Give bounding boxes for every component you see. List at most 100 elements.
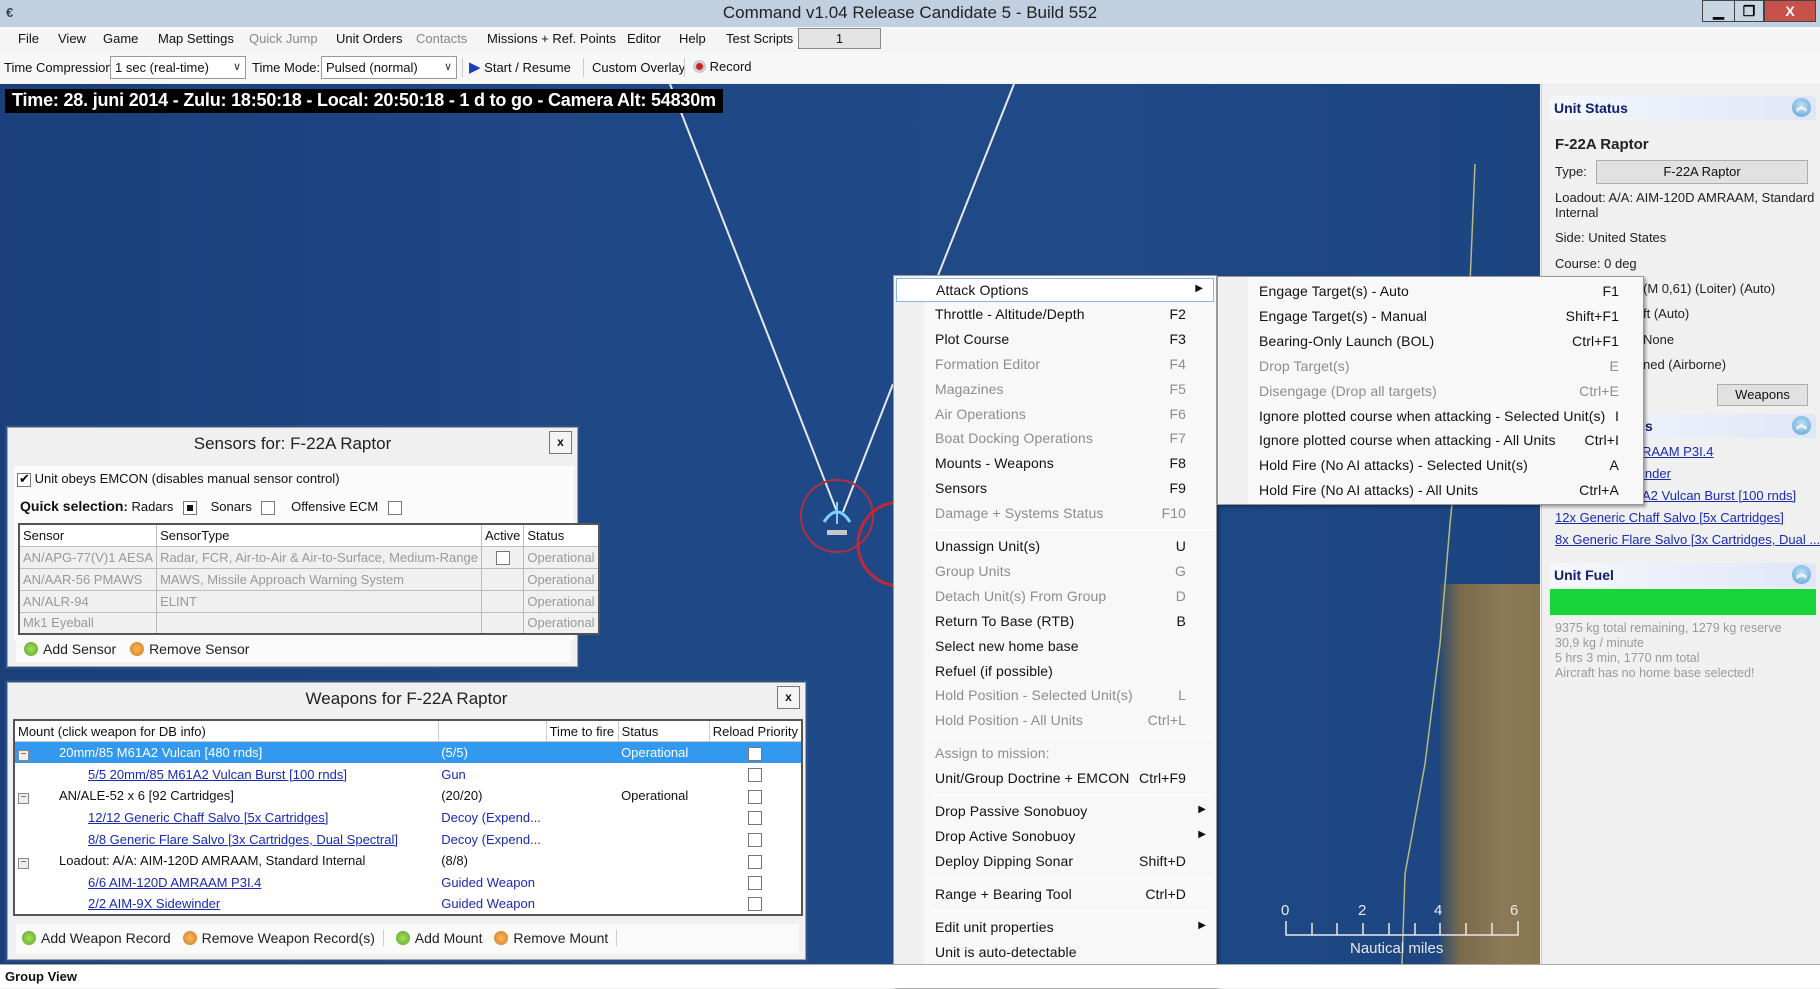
col-time-to-fire[interactable]: Time to fire — [546, 720, 619, 743]
table-row[interactable]: AN/APG-77(V)1 AESA Radar, FCR, Air-to-Air… — [18, 545, 600, 569]
table-row[interactable]: − 20mm/85 M61A2 Vulcan [480 rnds] (5/5) O… — [14, 741, 802, 764]
menu-item-engage-target-s-auto[interactable]: Engage Target(s) - Auto F1 — [1218, 280, 1643, 304]
group-view-bar[interactable]: Group View — [0, 964, 1820, 988]
unit-fuel-header[interactable]: Unit Fuel ︽ — [1550, 563, 1816, 587]
remove-weapon-record-button[interactable]: Remove Weapon Record(s) — [182, 930, 384, 946]
col-sensor-type[interactable]: SensorType — [156, 523, 482, 547]
add-sensor-button[interactable]: Add Sensor — [24, 641, 116, 657]
collapse-icon[interactable]: − — [18, 857, 29, 869]
close-window-button[interactable]: X — [1764, 0, 1816, 22]
menu-item-detach-unit-s-from-group[interactable]: Detach Unit(s) From Group D — [894, 585, 1216, 609]
start-resume-button[interactable]: ▶ Start / Resume — [469, 58, 571, 76]
menu-missions[interactable]: Missions + Ref. Points — [487, 31, 616, 46]
collapse-icon[interactable]: − — [18, 749, 29, 761]
weapons-button[interactable]: Weapons — [1717, 384, 1808, 406]
menu-item-boat-docking-operations[interactable]: Boat Docking Operations F7 — [894, 427, 1216, 451]
restore-button[interactable]: ❐ — [1734, 0, 1764, 22]
quick-radars-checkbox[interactable] — [183, 500, 197, 515]
table-row[interactable]: − Loadout: A/A: AIM-120D AMRAAM, Standard… — [14, 850, 802, 872]
collapse-chevron-icon[interactable]: ︽ — [1792, 416, 1811, 435]
weapon-link[interactable]: A2 Vulcan Burst [100 rnds] — [1642, 488, 1796, 503]
record-button[interactable]: Record — [693, 59, 752, 74]
menu-item-damage-systems-status[interactable]: Damage + Systems Status F10 — [894, 502, 1216, 526]
menu-item-unit-is-auto-detectable[interactable]: Unit is auto-detectable — [894, 941, 1216, 965]
remove-mount-button[interactable]: Remove Mount — [494, 930, 618, 946]
emcon-checkbox[interactable]: Unit obeys EMCON (disables manual sensor… — [17, 471, 340, 487]
menu-item-deploy-dipping-sonar[interactable]: Deploy Dipping Sonar Shift+D — [894, 850, 1216, 874]
menu-contacts[interactable]: Contacts — [416, 31, 467, 46]
table-row[interactable]: Mk1 Eyeball Operational — [18, 611, 600, 635]
menu-item-engage-target-s-manual[interactable]: Engage Target(s) - Manual Shift+F1 — [1218, 305, 1643, 329]
quick-ecm-checkbox[interactable] — [387, 500, 402, 515]
reload-priority-checkbox[interactable] — [748, 746, 763, 761]
reload-priority-checkbox[interactable] — [748, 767, 763, 782]
test-script-field[interactable]: 1 — [798, 28, 881, 49]
table-row[interactable]: AN/ALR-94 ELINT Operational — [18, 589, 600, 613]
menu-item-refuel-if-possible[interactable]: Refuel (if possible) — [894, 660, 1216, 684]
reload-priority-checkbox[interactable] — [748, 876, 763, 891]
table-row[interactable]: 5/5 20mm/85 M61A2 Vulcan Burst [100 rnds… — [14, 763, 802, 785]
remove-sensor-button[interactable]: Remove Sensor — [130, 641, 249, 657]
menu-item-plot-course[interactable]: Plot Course F3 — [894, 328, 1216, 352]
menu-game[interactable]: Game — [103, 31, 138, 46]
weapons-close-button[interactable]: x — [777, 686, 800, 709]
menu-item-attack-options[interactable]: Attack Options ▶ — [896, 278, 1214, 302]
menu-item-ignore-plotted-course-when-attacking-selected-unit-s[interactable]: Ignore plotted course when attacking - S… — [1218, 405, 1643, 429]
col-qty[interactable] — [438, 720, 547, 743]
weapon-link[interactable]: 2/2 AIM-9X Sidewinder — [88, 896, 220, 911]
menu-item-drop-passive-sonobuoy[interactable]: Drop Passive Sonobuoy ▶ — [894, 800, 1216, 824]
custom-overlay-button[interactable]: Custom Overlay — [592, 60, 685, 75]
menu-item-disengage-drop-all-targets[interactable]: Disengage (Drop all targets) Ctrl+E — [1218, 380, 1643, 404]
menu-item-air-operations[interactable]: Air Operations F6 — [894, 403, 1216, 427]
menu-unit-orders[interactable]: Unit Orders — [336, 31, 402, 46]
table-row[interactable]: − AN/ALE-52 x 6 [92 Cartridges] (20/20) O… — [14, 785, 802, 807]
unit-type-button[interactable]: F-22A Raptor — [1596, 160, 1808, 184]
reload-priority-checkbox[interactable] — [748, 854, 763, 869]
menu-item-drop-target-s[interactable]: Drop Target(s) E — [1218, 355, 1643, 379]
menu-item-unit-group-doctrine-emcon[interactable]: Unit/Group Doctrine + EMCON Ctrl+F9 — [894, 767, 1216, 791]
col-status[interactable]: Status — [618, 720, 710, 743]
menu-item-group-units[interactable]: Group Units G — [894, 560, 1216, 584]
add-weapon-record-button[interactable]: Add Weapon Record — [22, 930, 171, 946]
table-row[interactable]: 8/8 Generic Flare Salvo [3x Cartridges, … — [14, 828, 802, 850]
col-status[interactable]: Status — [523, 523, 600, 547]
collapse-chevron-icon[interactable]: ︽ — [1792, 565, 1811, 584]
table-row[interactable]: AN/AAR-56 PMAWS MAWS, Missile Approach Wa… — [18, 567, 600, 591]
menu-item-bearing-only-launch-bol[interactable]: Bearing-Only Launch (BOL) Ctrl+F1 — [1218, 330, 1643, 354]
menu-test-scripts[interactable]: Test Scripts — [726, 31, 793, 46]
table-row[interactable]: 6/6 AIM-120D AMRAAM P3I.4 Guided Weapon — [14, 872, 802, 894]
reload-priority-checkbox[interactable] — [748, 811, 763, 826]
menu-item-mounts-weapons[interactable]: Mounts - Weapons F8 — [894, 452, 1216, 476]
collapse-icon[interactable]: − — [18, 792, 29, 804]
active-checkbox[interactable] — [495, 550, 510, 565]
reload-priority-checkbox[interactable] — [748, 897, 763, 912]
reload-priority-checkbox[interactable] — [748, 789, 763, 804]
quick-sonars-checkbox[interactable] — [261, 500, 276, 515]
sensors-close-button[interactable]: x — [549, 431, 572, 454]
minimize-button[interactable]: ▁ — [1702, 0, 1735, 22]
menu-editor[interactable]: Editor — [627, 31, 661, 46]
menu-item-throttle-altitude-depth[interactable]: Throttle - Altitude/Depth F2 — [894, 303, 1216, 327]
col-active[interactable]: Active — [480, 523, 525, 547]
menu-item-edit-unit-properties[interactable]: Edit unit properties ▶ — [894, 916, 1216, 940]
unit-status-header[interactable]: Unit Status ︽ — [1550, 96, 1816, 120]
menu-file[interactable]: File — [18, 31, 39, 46]
weapon-link[interactable]: 8x Generic Flare Salvo [3x Cartridges, D… — [1555, 532, 1820, 547]
col-mount[interactable]: Mount (click weapon for DB info) — [14, 720, 439, 743]
weapon-link[interactable]: inder — [1642, 466, 1671, 481]
col-reload-priority[interactable]: Reload Priority — [709, 720, 803, 743]
time-compression-select[interactable]: 1 sec (real-time) ∨ — [110, 56, 246, 79]
weapon-link[interactable]: RAAM P3I.4 — [1642, 444, 1714, 459]
weapon-link[interactable]: 12/12 Generic Chaff Salvo [5x Cartridges… — [88, 810, 328, 825]
menu-item-ignore-plotted-course-when-attacking-all-units[interactable]: Ignore plotted course when attacking - A… — [1218, 429, 1643, 453]
weapon-link[interactable]: 8/8 Generic Flare Salvo [3x Cartridges, … — [88, 832, 398, 847]
checkbox-checked[interactable] — [17, 471, 31, 487]
weapon-link[interactable]: 12x Generic Chaff Salvo [5x Cartridges] — [1555, 510, 1784, 525]
menu-item-select-new-home-base[interactable]: Select new home base — [894, 635, 1216, 659]
menu-item-range-bearing-tool[interactable]: Range + Bearing Tool Ctrl+D — [894, 883, 1216, 907]
menu-item-unassign-unit-s[interactable]: Unassign Unit(s) U — [894, 535, 1216, 559]
add-mount-button[interactable]: Add Mount — [395, 930, 482, 946]
menu-item-hold-fire-no-ai-attacks-selected-unit-s[interactable]: Hold Fire (No AI attacks) - Selected Uni… — [1218, 454, 1643, 478]
collapse-chevron-icon[interactable]: ︽ — [1792, 98, 1811, 117]
reload-priority-checkbox[interactable] — [748, 832, 763, 847]
